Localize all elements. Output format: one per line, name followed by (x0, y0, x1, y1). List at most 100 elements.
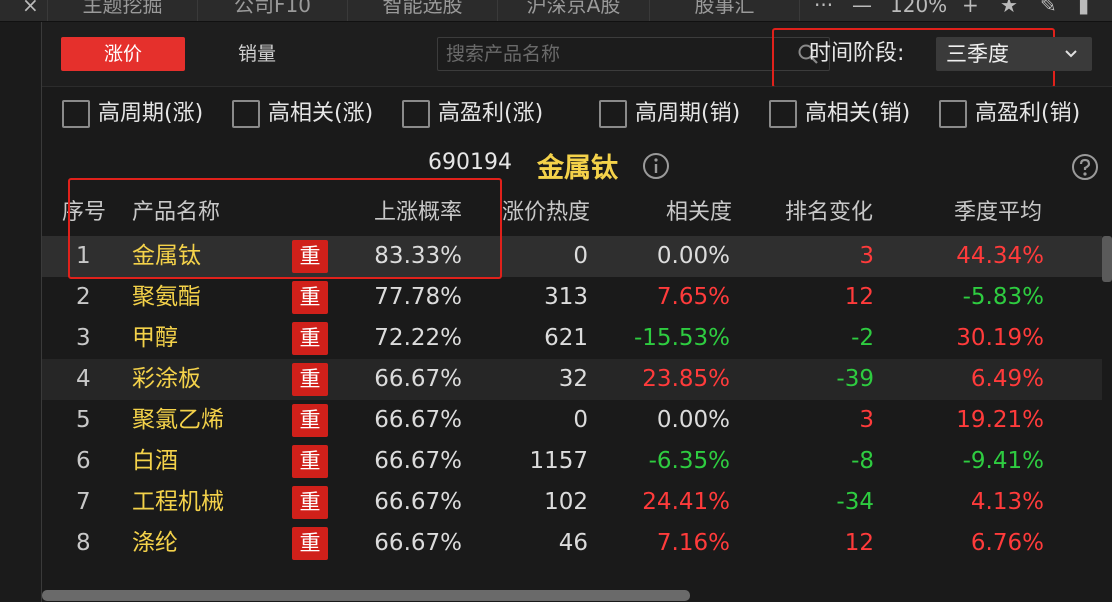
checkbox[interactable] (232, 100, 260, 128)
period-label: 时间阶段: (809, 41, 905, 66)
edit-icon[interactable]: ✎ (1040, 0, 1057, 21)
help-icon[interactable] (1071, 153, 1099, 181)
more-icon[interactable]: ··· (814, 0, 833, 21)
row-rank-change: 12 (844, 284, 874, 310)
row-quarter-average: 30.19% (956, 325, 1044, 351)
horizontal-scrollbar[interactable] (42, 590, 690, 601)
row-rank-change: 12 (844, 530, 874, 556)
row-rank-change: -2 (851, 325, 874, 351)
period-select[interactable]: 三季度 (936, 37, 1092, 71)
filter-label: 高周期(销) (635, 101, 741, 126)
checkbox[interactable] (402, 100, 430, 128)
row-product-name[interactable]: 甲醇 (132, 318, 178, 359)
vertical-scrollbar[interactable] (1102, 236, 1112, 282)
row-price-heat: 46 (558, 530, 588, 556)
table-row[interactable]: 7 工程机械 66.67% 102 24.41% -34 4.13% 重 (42, 482, 1102, 523)
row-price-heat: 102 (544, 489, 588, 515)
row-rank-change: 3 (859, 243, 874, 269)
key-product-badge: 重 (292, 486, 328, 519)
tab-stock-events[interactable]: 股事汇 (650, 0, 800, 21)
row-product-name[interactable]: 工程机械 (132, 482, 224, 523)
row-rank-change: -34 (836, 489, 874, 515)
row-quarter-average: 6.49% (970, 366, 1044, 392)
tab-theme-mining[interactable]: 主题挖掘 (48, 0, 198, 21)
row-price-heat: 0 (573, 243, 588, 269)
row-correlation: 7.16% (656, 530, 730, 556)
filter-row: 高周期(涨) 高相关(涨) 高盈利(涨) 高周期(销) 高相关(销) 高盈利(销… (42, 86, 1112, 144)
row-quarter-average: -9.41% (962, 448, 1044, 474)
row-rise-probability: 66.67% (374, 407, 462, 433)
row-quarter-average: 6.76% (970, 530, 1044, 556)
row-price-heat: 32 (558, 366, 588, 392)
layout-icon[interactable]: ▮ (1078, 0, 1089, 21)
tab-edge[interactable]: × (0, 0, 48, 21)
row-product-name[interactable]: 聚氨酯 (132, 277, 201, 318)
filter-label: 高相关(涨) (268, 101, 374, 126)
filter-label: 高盈利(涨) (438, 101, 544, 126)
zoom-level: 120% (890, 0, 948, 17)
row-product-name[interactable]: 彩涂板 (132, 359, 201, 400)
zoom-in-icon[interactable]: + (962, 0, 979, 21)
row-highlight-box (68, 178, 502, 279)
col-rank-change[interactable]: 排名变化 (785, 190, 873, 236)
table-row[interactable]: 3 甲醇 72.22% 621 -15.53% -2 30.19% 重 (42, 318, 1102, 359)
row-price-heat: 1157 (529, 448, 588, 474)
checkbox[interactable] (599, 100, 627, 128)
chevron-down-icon (1065, 50, 1077, 58)
checkbox[interactable] (62, 100, 90, 128)
key-product-badge: 重 (292, 445, 328, 478)
row-product-name[interactable]: 涤纶 (132, 523, 178, 564)
row-index: 8 (76, 530, 91, 556)
row-rank-change: 3 (859, 407, 874, 433)
rise-tab-button[interactable]: 涨价 (61, 37, 185, 71)
tab-smart-screener[interactable]: 智能选股 (348, 0, 498, 21)
col-correlation[interactable]: 相关度 (666, 190, 732, 236)
tab-company-f10[interactable]: 公司F10 (198, 0, 348, 21)
table-row[interactable]: 5 聚氯乙烯 66.67% 0 0.00% 3 19.21% 重 (42, 400, 1102, 441)
checkbox[interactable] (939, 100, 967, 128)
col-price-heat[interactable]: 涨价热度 (502, 190, 590, 236)
info-icon[interactable] (642, 152, 670, 180)
table-row[interactable]: 2 聚氨酯 77.78% 313 7.65% 12 -5.83% 重 (42, 277, 1102, 318)
tab-a-shares[interactable]: 沪深京A股 (498, 0, 650, 21)
top-tab-strip: × 主题挖掘 公司F10 智能选股 沪深京A股 股事汇 ··· — 120% +… (0, 0, 1112, 22)
product-name: 金属钛 (537, 153, 618, 184)
table-row[interactable]: 6 白酒 66.67% 1157 -6.35% -8 -9.41% 重 (42, 441, 1102, 482)
col-quarter-average[interactable]: 季度平均 (954, 190, 1042, 236)
row-product-name[interactable]: 聚氯乙烯 (132, 400, 224, 441)
sales-tab-button[interactable]: 销量 (222, 37, 292, 71)
row-correlation: -6.35% (648, 448, 730, 474)
filter-label: 高周期(涨) (98, 101, 204, 126)
minimize-icon[interactable]: — (852, 0, 872, 21)
toolbar: 涨价 销量 时间阶段: 三季度 (42, 22, 1112, 88)
row-quarter-average: 19.21% (956, 407, 1044, 433)
close-tab-icon[interactable]: × (22, 0, 39, 21)
checkbox[interactable] (769, 100, 797, 128)
table-row[interactable]: 4 彩涂板 66.67% 32 23.85% -39 6.49% 重 (42, 359, 1102, 400)
row-quarter-average: 44.34% (956, 243, 1044, 269)
row-price-heat: 313 (544, 284, 588, 310)
row-index: 5 (76, 407, 91, 433)
key-product-badge: 重 (292, 404, 328, 437)
search-input[interactable] (446, 42, 776, 66)
star-icon[interactable]: ★ (1000, 0, 1018, 21)
row-correlation: 0.00% (656, 243, 730, 269)
row-rise-probability: 66.67% (374, 489, 462, 515)
table-row[interactable]: 8 涤纶 66.67% 46 7.16% 12 6.76% 重 (42, 523, 1102, 564)
row-quarter-average: 4.13% (970, 489, 1044, 515)
row-index: 3 (76, 325, 91, 351)
row-rise-probability: 66.67% (374, 366, 462, 392)
filter-label: 高相关(销) (805, 101, 911, 126)
filter-label: 高盈利(销) (975, 101, 1081, 126)
row-quarter-average: -5.83% (962, 284, 1044, 310)
row-index: 7 (76, 489, 91, 515)
row-index: 2 (76, 284, 91, 310)
row-index: 6 (76, 448, 91, 474)
row-rise-probability: 72.22% (374, 325, 462, 351)
row-product-name[interactable]: 白酒 (132, 441, 178, 482)
row-index: 4 (76, 366, 91, 392)
key-product-badge: 重 (292, 281, 328, 314)
left-panel-edge (0, 22, 42, 602)
product-code: 690194 (428, 150, 512, 175)
row-correlation: 23.85% (642, 366, 730, 392)
